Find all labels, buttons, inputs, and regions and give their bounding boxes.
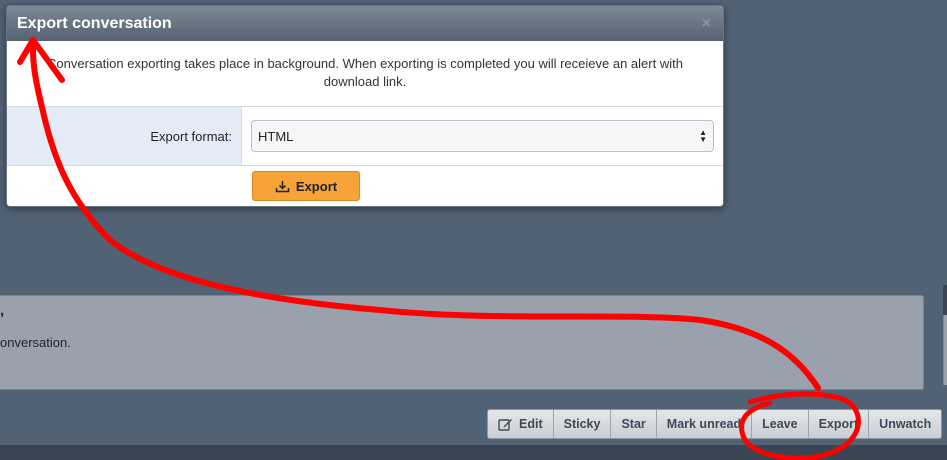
right-panel-edge-top bbox=[943, 285, 947, 315]
export-button[interactable]: Export bbox=[252, 171, 360, 201]
modal-footer: Export bbox=[7, 166, 723, 206]
mark-unread-button[interactable]: Mark unread bbox=[656, 410, 753, 438]
export-format-select[interactable]: HTML ▲ ▼ bbox=[251, 120, 714, 152]
message-greeting: , bbox=[0, 302, 5, 319]
leave-button[interactable]: Leave bbox=[752, 410, 809, 438]
select-arrows-icon: ▲ ▼ bbox=[699, 128, 707, 144]
message-text: onversation. bbox=[0, 335, 71, 350]
modal-description: Conversation exporting takes place in ba… bbox=[47, 56, 683, 89]
export-format-control: HTML ▲ ▼ bbox=[242, 107, 723, 165]
edit-button[interactable]: Edit bbox=[488, 410, 554, 438]
sticky-button[interactable]: Sticky bbox=[553, 410, 612, 438]
modal-title: Export conversation bbox=[17, 14, 172, 32]
bottom-bar bbox=[0, 445, 947, 460]
modal-header: Export conversation × bbox=[7, 6, 723, 41]
download-icon bbox=[275, 180, 290, 193]
export-action-button[interactable]: Export bbox=[808, 410, 870, 438]
message-block: , onversation. bbox=[0, 295, 924, 390]
export-format-value: HTML bbox=[258, 128, 294, 144]
conversation-actions: Edit Sticky Star Mark unread Leave Expor… bbox=[487, 409, 943, 439]
close-icon[interactable]: × bbox=[702, 15, 711, 33]
edit-button-label: Edit bbox=[519, 417, 543, 431]
edit-icon bbox=[498, 417, 513, 431]
export-button-label: Export bbox=[295, 178, 338, 194]
export-format-label: Export format: bbox=[7, 107, 242, 165]
unwatch-button[interactable]: Unwatch bbox=[869, 410, 942, 438]
export-modal: Export conversation × Conversation expor… bbox=[6, 5, 724, 207]
export-format-row: Export format: HTML ▲ ▼ bbox=[7, 106, 723, 166]
star-button[interactable]: Star bbox=[611, 410, 657, 438]
